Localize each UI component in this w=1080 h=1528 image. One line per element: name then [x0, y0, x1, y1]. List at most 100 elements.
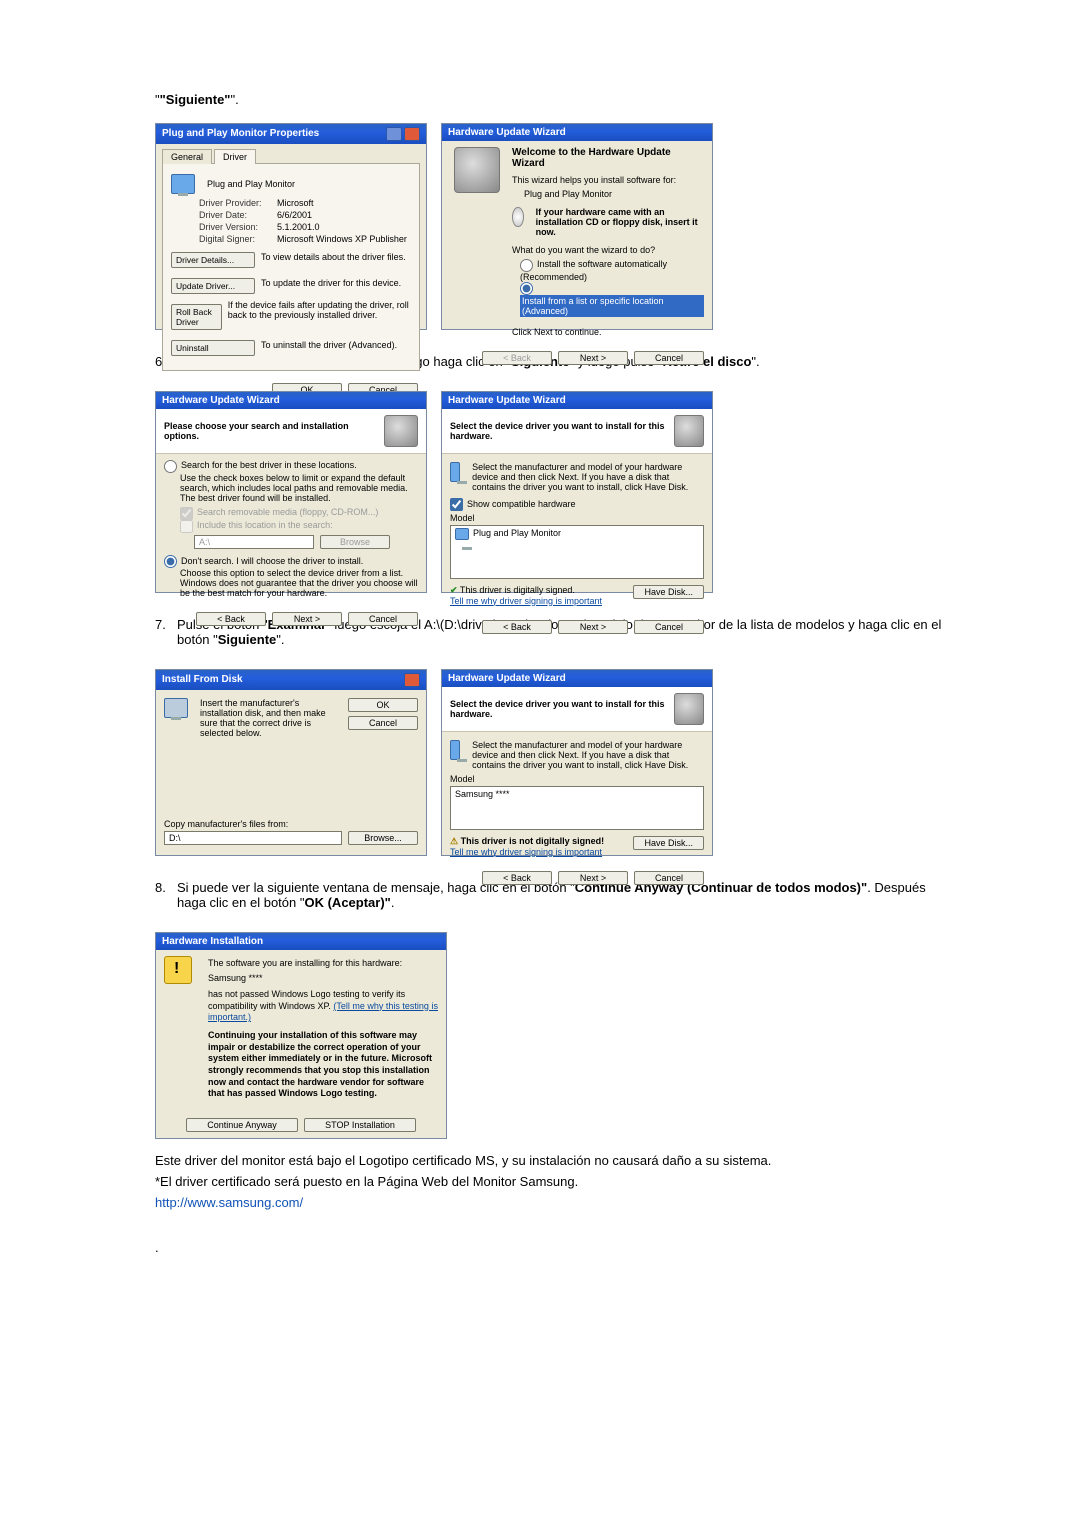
trailing-dot: .: [155, 1240, 950, 1255]
wizard-icon: [384, 415, 418, 447]
radio-list[interactable]: Install from a list or specific location…: [520, 282, 704, 315]
chk-removable[interactable]: Search removable media (floppy, CD-ROM..…: [180, 507, 378, 517]
sign-ok-icon: ✔: [450, 585, 458, 595]
cancel-button[interactable]: Cancel: [348, 612, 418, 626]
titlebar-buttons: [404, 673, 420, 687]
stop-installation-button[interactable]: STOP Installation: [304, 1118, 416, 1132]
radio-search-input[interactable]: [164, 460, 177, 473]
next-button[interactable]: Next >: [558, 620, 628, 634]
version-label: Driver Version:: [199, 222, 271, 232]
image-row-2: Hardware Update Wizard Please choose you…: [155, 391, 950, 593]
title-text: Hardware Update Wizard: [448, 395, 566, 406]
helps-text: This wizard helps you install software f…: [512, 175, 704, 185]
hi-line1: The software you are installing for this…: [208, 958, 438, 970]
next-button[interactable]: Next >: [558, 351, 628, 365]
hi-bold: Continuing your installation of this sof…: [208, 1030, 438, 1100]
cancel-button[interactable]: Cancel: [634, 351, 704, 365]
next-button[interactable]: Next >: [272, 612, 342, 626]
why-signing-link[interactable]: Tell me why driver signing is important: [450, 847, 602, 857]
hi-line2: Samsung ****: [208, 973, 438, 985]
device-name: Plug and Play Monitor: [207, 179, 295, 189]
wizard-header: Select the device driver you want to ins…: [442, 409, 712, 454]
header-text: Select the device driver you want to ins…: [450, 699, 674, 719]
back-button[interactable]: < Back: [482, 620, 552, 634]
cancel-button[interactable]: Cancel: [348, 716, 418, 730]
chk-location-input[interactable]: [180, 520, 193, 533]
select-tip: Select the manufacturer and model of you…: [472, 740, 704, 770]
provider-label: Driver Provider:: [199, 198, 271, 208]
continue-anyway-button[interactable]: Continue Anyway: [186, 1118, 298, 1132]
close-icon[interactable]: [404, 673, 420, 687]
browse-button[interactable]: Browse: [320, 535, 390, 549]
step-num: 8.: [155, 880, 177, 895]
have-disk-button[interactable]: Have Disk...: [633, 836, 704, 850]
close-icon[interactable]: [404, 127, 420, 141]
path-input[interactable]: [164, 831, 342, 845]
cancel-button[interactable]: Cancel: [634, 871, 704, 885]
chk-removable-input[interactable]: [180, 507, 193, 520]
chk-location[interactable]: Include this location in the search:: [180, 520, 333, 530]
why-signing-link[interactable]: Tell me why driver signing is important: [450, 596, 602, 606]
ifd-copy-label: Copy manufacturer's files from:: [164, 819, 418, 829]
back-button[interactable]: < Back: [482, 871, 552, 885]
chk-compat-input[interactable]: [450, 498, 463, 511]
tab-general[interactable]: General: [162, 149, 212, 164]
cancel-button[interactable]: Cancel: [634, 620, 704, 634]
button-row: < Back Next > Cancel: [156, 606, 426, 632]
titlebar: Hardware Installation: [156, 933, 446, 950]
click-next: Click Next to continue.: [512, 327, 704, 337]
radio-auto-input[interactable]: [520, 259, 533, 272]
monitor-icon: [455, 528, 469, 540]
warning-icon: [164, 956, 192, 984]
button-row: Continue Anyway STOP Installation: [156, 1112, 446, 1138]
closing-p2: *El driver certificado será puesto en la…: [155, 1174, 950, 1191]
model-list[interactable]: Samsung ****: [450, 786, 704, 830]
radio-auto[interactable]: Install the software automatically (Reco…: [520, 259, 667, 281]
uninstall-button[interactable]: Uninstall: [171, 340, 255, 356]
titlebar: Plug and Play Monitor Properties: [156, 124, 426, 144]
help-icon[interactable]: [386, 127, 402, 141]
signer-value: Microsoft Windows XP Publisher: [277, 234, 407, 244]
titlebar: Hardware Update Wizard: [442, 124, 712, 141]
date-value: 6/6/2001: [277, 210, 312, 220]
radio-search[interactable]: Search for the best driver in these loca…: [164, 460, 357, 470]
roll-back-desc: If the device fails after updating the d…: [228, 300, 411, 334]
page: ""Siguiente"". Plug and Play Monitor Pro…: [0, 0, 1080, 1528]
button-row: < Back Next > Cancel: [442, 865, 712, 891]
win-wizard-search: Hardware Update Wizard Please choose you…: [155, 391, 427, 593]
samsung-link[interactable]: http://www.samsung.com/: [155, 1195, 303, 1210]
digital-sign-row: ⚠ This driver is not digitally signed! T…: [450, 836, 704, 857]
radio-dont-search-input[interactable]: [164, 555, 177, 568]
model-label: Model: [450, 774, 704, 784]
digital-sign-row: ✔ This driver is digitally signed. Tell …: [450, 585, 704, 606]
ok-button[interactable]: OK: [348, 698, 418, 712]
browse-button[interactable]: Browse...: [348, 831, 418, 845]
tab-driver[interactable]: Driver: [214, 149, 256, 164]
update-driver-button[interactable]: Update Driver...: [171, 278, 255, 294]
header-text: Please choose your search and installati…: [164, 421, 384, 441]
title-text: Hardware Update Wizard: [448, 127, 566, 138]
image-row-1: Plug and Play Monitor Properties General…: [155, 123, 950, 330]
driver-panel: Plug and Play Monitor Driver Provider: Mi…: [162, 163, 420, 371]
radio-list-input[interactable]: [520, 282, 533, 295]
driver-details-button[interactable]: Driver Details...: [171, 252, 255, 268]
roll-back-button[interactable]: Roll Back Driver: [171, 304, 222, 330]
have-disk-button[interactable]: Have Disk...: [633, 585, 704, 599]
model-list[interactable]: Plug and Play Monitor: [450, 525, 704, 579]
sign-bad-text: This driver is not digitally signed!: [461, 836, 605, 846]
dont-search-desc: Choose this option to select the device …: [180, 568, 418, 598]
chk-compat[interactable]: Show compatible hardware: [450, 498, 704, 511]
uninstall-desc: To uninstall the driver (Advanced).: [261, 336, 397, 360]
device-name-2: Plug and Play Monitor: [524, 189, 704, 199]
back-button[interactable]: < Back: [196, 612, 266, 626]
titlebar: Install From Disk: [156, 670, 426, 690]
radio-dont-search[interactable]: Don't search. I will choose the driver t…: [164, 555, 418, 568]
back-button[interactable]: < Back: [482, 351, 552, 365]
model-item: Samsung ****: [455, 789, 510, 799]
next-button[interactable]: Next >: [558, 871, 628, 885]
wizard-icon: [674, 415, 704, 447]
driver-details-desc: To view details about the driver files.: [261, 248, 406, 272]
path-input[interactable]: [194, 535, 314, 549]
intro-text: ""Siguiente"".: [155, 91, 950, 109]
title-text: Hardware Installation: [162, 936, 263, 947]
